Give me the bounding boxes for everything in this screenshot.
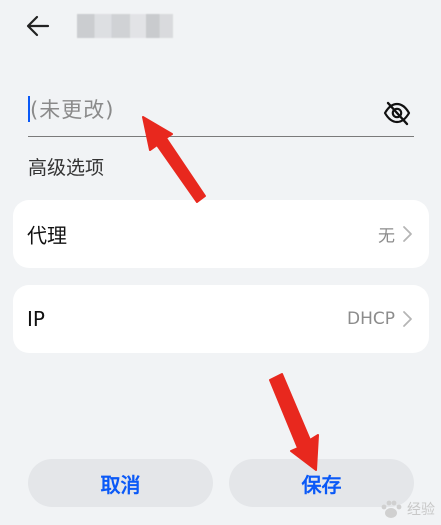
proxy-label: 代理: [27, 223, 67, 248]
save-label: 保存: [301, 472, 342, 497]
password-input[interactable]: (未更改): [28, 88, 414, 137]
wifi-settings-page: (未更改) 高级选项 代理 无 IP DHCP 取消 保存 经验: [0, 0, 441, 525]
chevron-right-icon: [403, 311, 412, 327]
page-title-redacted: [77, 14, 173, 38]
watermark-text: 经验: [407, 502, 435, 518]
advanced-options-label: 高级选项: [28, 157, 105, 179]
password-placeholder: (未更改): [30, 98, 115, 122]
chevron-right-icon: [403, 226, 412, 242]
cancel-label: 取消: [100, 472, 141, 497]
paw-logo-icon: [381, 500, 402, 518]
proxy-value: 无: [378, 226, 395, 247]
back-button[interactable]: [24, 10, 60, 42]
arrow-left-icon: [26, 15, 50, 37]
cancel-button[interactable]: 取消: [28, 459, 213, 507]
proxy-setting-row[interactable]: 代理 无: [13, 200, 429, 268]
watermark: 经验: [379, 499, 435, 519]
ip-setting-row[interactable]: IP DHCP: [13, 285, 429, 353]
eye-off-icon[interactable]: [382, 98, 412, 128]
ip-value: DHCP: [347, 309, 395, 329]
annotation-arrow-bottom: [269, 373, 319, 471]
ip-label: IP: [27, 307, 45, 331]
